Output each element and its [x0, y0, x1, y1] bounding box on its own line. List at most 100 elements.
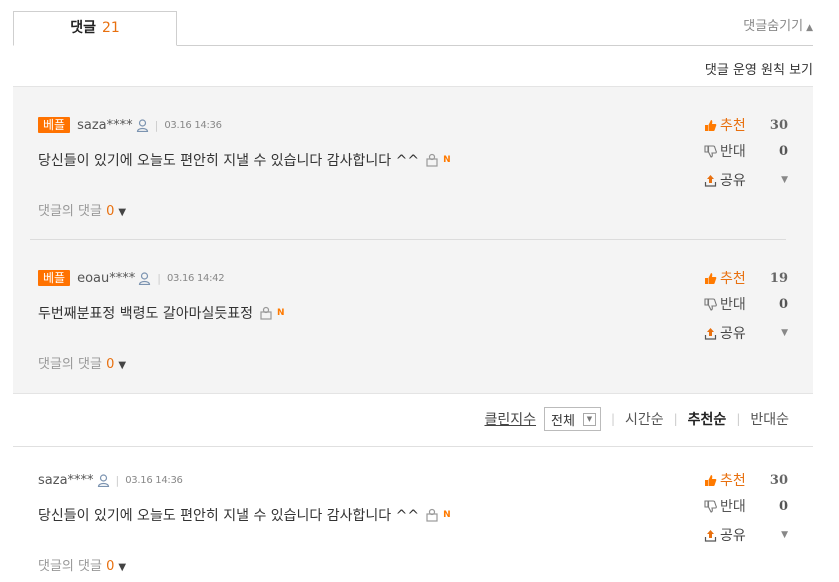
sort-separator: | — [736, 412, 741, 426]
new-icon: N — [276, 308, 285, 318]
share-label: 공유 — [720, 173, 746, 189]
comment-text-row: 두번째분표정 백령도 갈아마실듯표정 N — [38, 303, 285, 323]
comment-text-row: 당신들이 있기에 오늘도 편안히 지낼 수 있습니다 감사합니다 ^^ N — [38, 150, 451, 170]
reply-count: 0 — [106, 357, 115, 372]
oppose-button[interactable]: 반대 0 — [704, 295, 798, 313]
caret-down-icon: ▼ — [118, 562, 127, 573]
comment-username[interactable]: saza**** — [77, 118, 133, 133]
new-icon: N — [443, 510, 451, 520]
share-button[interactable]: 공유 ▼ — [704, 171, 798, 189]
oppose-label: 반대 — [720, 297, 746, 313]
thumbs-up-icon — [705, 119, 717, 131]
sort-option-recommend[interactable]: 추천순 — [688, 409, 727, 429]
oppose-label: 반대 — [720, 144, 746, 160]
share-icon — [704, 174, 717, 187]
oppose-count: 0 — [778, 296, 788, 312]
reply-count: 0 — [106, 204, 115, 219]
sort-bar: 클린지수 전체 ▼ | 시간순 | 추천순 | 반대순 — [13, 395, 813, 447]
caret-down-icon: ▼ — [118, 207, 127, 218]
comment-item: 베플 eoau**** | 03.16 14:42 두번째분표정 백령도 갈아마… — [38, 269, 798, 379]
share-label: 공유 — [720, 326, 746, 342]
recommend-button[interactable]: 추천 30 — [704, 116, 798, 134]
comment-date: 03.16 14:36 — [125, 474, 183, 486]
recommend-count: 30 — [769, 117, 788, 133]
user-profile-icon[interactable] — [97, 473, 110, 487]
chevron-down-icon[interactable]: ▼ — [781, 328, 788, 338]
reply-toggle-button[interactable]: 댓글의 댓글 0 ▼ — [38, 200, 126, 219]
meta-separator: | — [115, 473, 120, 487]
thumbs-up-icon — [705, 272, 717, 284]
comment-meta: saza**** | 03.16 14:36 — [38, 471, 183, 489]
comment-count: 21 — [101, 20, 120, 36]
comment-meta: 베플 saza**** | 03.16 14:36 — [38, 116, 222, 134]
sort-separator: | — [673, 412, 678, 426]
recommend-button[interactable]: 추천 19 — [704, 269, 798, 287]
oppose-button[interactable]: 반대 0 — [704, 142, 798, 160]
comment-item: 베플 saza**** | 03.16 14:36 당신들이 있기에 오늘도 편… — [38, 116, 798, 226]
oppose-button[interactable]: 반대 0 — [704, 497, 798, 515]
comment-text-row: 당신들이 있기에 오늘도 편안히 지낼 수 있습니다 감사합니다 ^^ N — [38, 505, 451, 525]
best-badge: 베플 — [38, 117, 71, 133]
sort-option-time[interactable]: 시간순 — [625, 409, 664, 429]
recommend-count: 30 — [769, 472, 788, 488]
thumbs-down-icon — [704, 499, 717, 513]
chevron-down-icon[interactable]: ▼ — [781, 530, 788, 540]
comment-date: 03.16 14:42 — [166, 272, 225, 284]
comment-tabbar: 댓글 21 댓글숨기기 ▲ — [13, 11, 813, 46]
clean-index-select[interactable]: 전체 ▼ — [544, 407, 601, 431]
share-button[interactable]: 공유 ▼ — [704, 324, 798, 342]
user-profile-icon[interactable] — [138, 271, 151, 285]
meta-separator: | — [157, 271, 161, 285]
recommend-label: 추천 — [720, 473, 746, 489]
comment-username[interactable]: eoau**** — [77, 271, 135, 286]
tab-comments[interactable]: 댓글 21 — [13, 11, 177, 46]
new-icon: N — [443, 155, 451, 165]
recommend-button[interactable]: 추천 30 — [704, 471, 798, 489]
chevron-up-icon: ▲ — [806, 23, 813, 33]
recommend-label: 추천 — [720, 271, 746, 287]
comment-policy-link[interactable]: 댓글 운영 원칙 보기 — [705, 59, 813, 78]
photo-icon[interactable] — [425, 153, 439, 167]
oppose-count: 0 — [778, 498, 788, 514]
comment-username[interactable]: saza**** — [38, 473, 94, 488]
sort-option-oppose[interactable]: 반대순 — [750, 409, 789, 429]
user-profile-icon[interactable] — [136, 118, 149, 132]
hide-comments-button[interactable]: 댓글숨기기 ▲ — [743, 15, 813, 34]
comment-item: saza**** | 03.16 14:36 당신들이 있기에 오늘도 편안히 … — [38, 471, 798, 581]
comment-text: 당신들이 있기에 오늘도 편안히 지낼 수 있습니다 감사합니다 ^^ — [38, 153, 420, 169]
clean-index-link[interactable]: 클린지수 — [484, 409, 536, 429]
photo-icon[interactable] — [425, 508, 439, 522]
thumbs-down-icon — [704, 144, 717, 158]
recommend-label: 추천 — [720, 118, 746, 134]
oppose-count: 0 — [778, 143, 788, 159]
share-label: 공유 — [720, 528, 746, 544]
sort-separator: | — [610, 412, 615, 426]
share-button[interactable]: 공유 ▼ — [704, 526, 798, 544]
thumbs-down-icon — [704, 297, 717, 311]
tab-comments-label: 댓글 — [70, 20, 96, 36]
caret-down-icon: ▼ — [118, 360, 127, 371]
clean-index-value: 전체 — [551, 413, 575, 429]
reply-label: 댓글의 댓글 — [38, 204, 102, 219]
reply-toggle-button[interactable]: 댓글의 댓글 0 ▼ — [38, 353, 126, 372]
reply-toggle-button[interactable]: 댓글의 댓글 0 ▼ — [38, 555, 126, 574]
dropdown-arrow-icon: ▼ — [582, 412, 596, 426]
reply-label: 댓글의 댓글 — [38, 559, 102, 574]
meta-separator: | — [154, 118, 159, 132]
comment-text: 두번째분표정 백령도 갈아마실듯표정 — [38, 306, 253, 322]
comment-meta: 베플 eoau**** | 03.16 14:42 — [38, 269, 225, 287]
hide-comments-label: 댓글숨기기 — [743, 19, 804, 34]
best-badge: 베플 — [38, 270, 71, 286]
chevron-down-icon[interactable]: ▼ — [781, 175, 788, 185]
comment-divider — [30, 239, 786, 240]
reply-label: 댓글의 댓글 — [38, 357, 102, 372]
comment-date: 03.16 14:36 — [164, 119, 222, 131]
oppose-label: 반대 — [720, 499, 746, 515]
reply-count: 0 — [106, 559, 115, 574]
recommend-count: 19 — [769, 270, 788, 286]
comment-text: 당신들이 있기에 오늘도 편안히 지낼 수 있습니다 감사합니다 ^^ — [38, 508, 420, 524]
thumbs-up-icon — [705, 474, 717, 486]
share-icon — [704, 529, 717, 542]
share-icon — [704, 327, 717, 340]
photo-icon[interactable] — [259, 306, 273, 320]
